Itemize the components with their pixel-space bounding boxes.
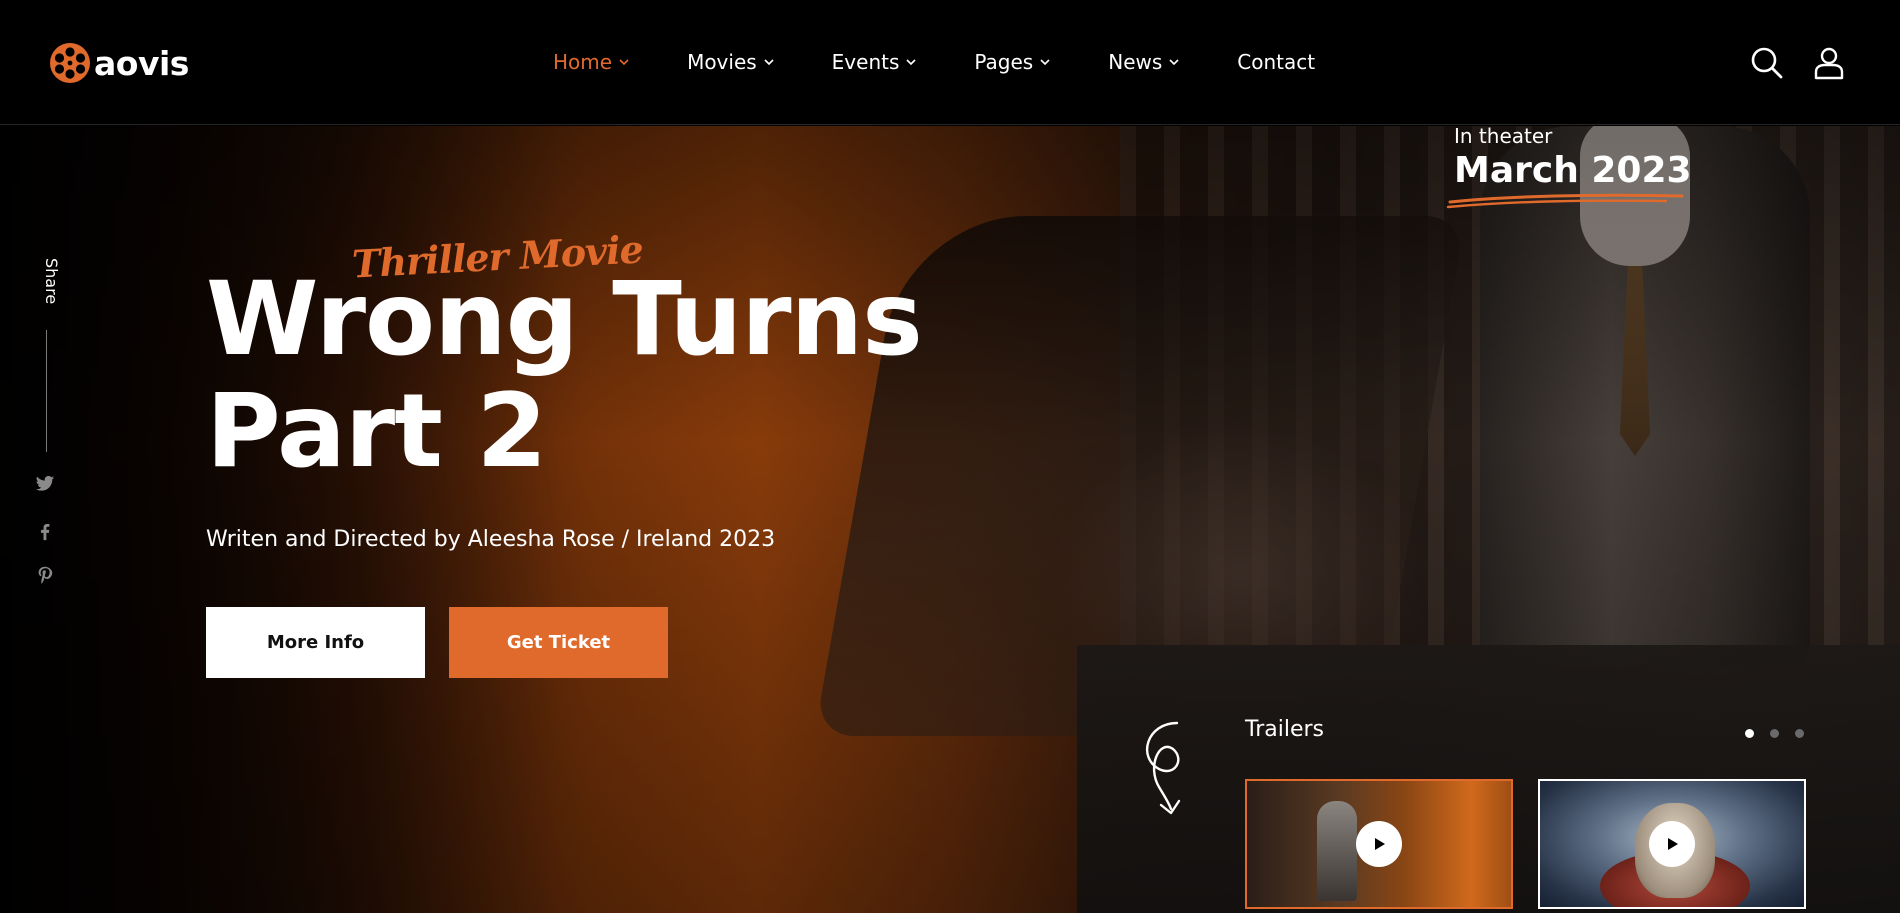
share-twitter[interactable] [34,474,60,498]
brush-underline [1446,193,1684,209]
nav-item-label: Pages [974,50,1034,74]
nav-item-contact[interactable]: Contact [1237,50,1315,74]
nav-item-pages[interactable]: Pages [974,50,1050,74]
share-divider [46,330,47,452]
site-header: aovis Home Movies Events Pages News Cont… [0,0,1900,125]
chevron-down-icon [764,59,774,66]
facebook-icon [40,523,50,541]
nav-item-news[interactable]: News [1108,50,1179,74]
movie-title-line1: Wrong Turns [206,260,923,379]
trailer-thumbnail-2[interactable] [1538,779,1806,909]
trailers-panel: Trailers [1077,645,1900,913]
play-icon [1375,838,1385,850]
main-nav: Home Movies Events Pages News Contact [553,50,1315,74]
carousel-dot-3[interactable] [1795,729,1804,738]
logo[interactable]: aovis [49,41,189,85]
brand-name: aovis [94,43,189,83]
chevron-down-icon [1040,59,1050,66]
share-facebook[interactable] [34,520,60,544]
nav-item-home[interactable]: Home [553,50,629,74]
chevron-down-icon [906,59,916,66]
nav-item-label: Movies [687,50,757,74]
movie-title: Wrong Turns Part 2 [206,260,923,491]
film-reel-icon [50,43,90,83]
share-pinterest[interactable] [34,564,60,588]
share-label: Share [42,258,61,305]
carousel-dot-2[interactable] [1770,729,1779,738]
account-button[interactable] [1812,46,1846,80]
nav-item-label: Home [553,50,613,74]
user-icon [1814,47,1844,80]
twitter-icon [35,475,55,491]
get-ticket-button[interactable]: Get Ticket [449,607,668,678]
movie-title-line2: Part 2 [206,372,547,491]
nav-item-label: Contact [1237,50,1316,74]
trailer-thumbnail-1[interactable] [1245,779,1513,909]
chevron-down-icon [1169,59,1179,66]
play-icon [1668,838,1678,850]
play-button[interactable] [1649,821,1695,867]
movie-credits: Writen and Directed by Aleesha Rose / Ir… [206,527,776,552]
search-icon [1751,47,1783,79]
curly-arrow-icon [1145,721,1181,815]
nav-item-movies[interactable]: Movies [687,50,774,74]
carousel-dot-1[interactable] [1745,729,1754,738]
more-info-button[interactable]: More Info [206,607,425,678]
chevron-down-icon [619,59,629,66]
carousel-pagination [1745,729,1820,738]
search-button[interactable] [1750,46,1784,80]
play-button[interactable] [1356,821,1402,867]
masked-man-trailer [1317,801,1357,901]
release-date: March 2023 [1454,150,1692,191]
trailers-heading: Trailers [1245,717,1324,742]
nav-item-events[interactable]: Events [832,50,917,74]
pinterest-icon [38,566,53,584]
nav-item-label: News [1108,50,1163,74]
nav-item-label: Events [831,50,900,74]
in-theater-label: In theater [1454,124,1553,148]
